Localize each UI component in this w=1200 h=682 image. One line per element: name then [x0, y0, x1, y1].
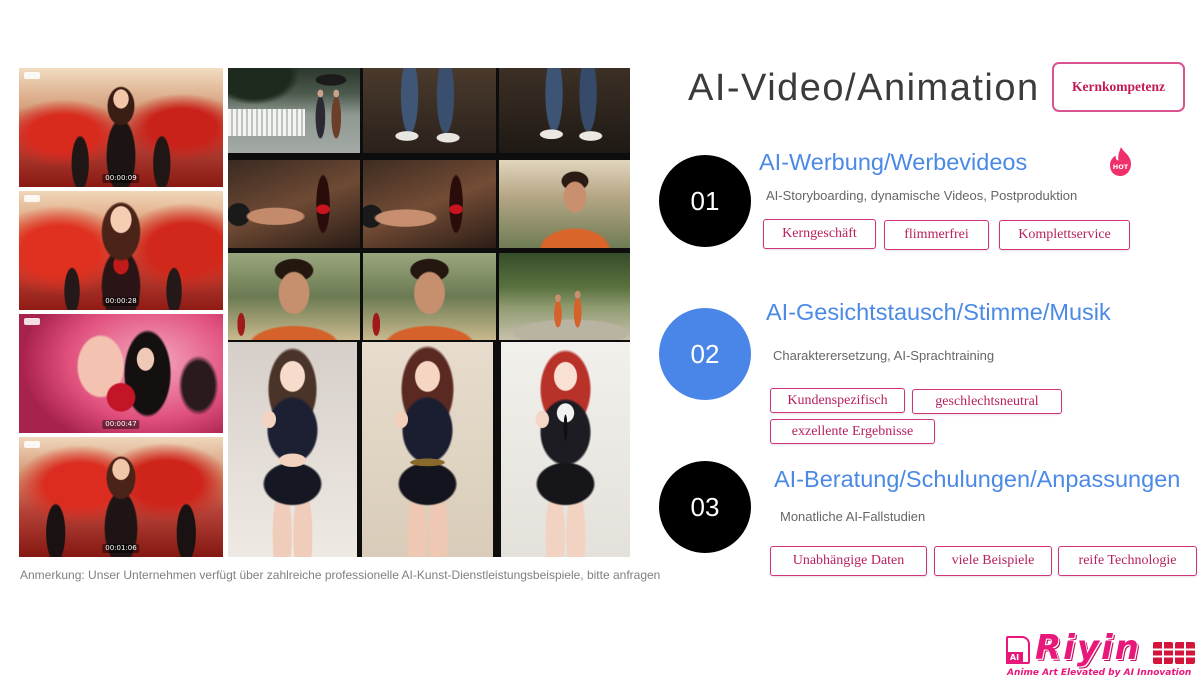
section-subtitle: AI-Storyboarding, dynamische Videos, Pos… [766, 188, 1078, 203]
frame-timestamp: 00:00:28 [102, 297, 140, 306]
slide: 00:00:09 00:00:28 00:00:47 00:01:06 AI-V… [0, 0, 1200, 682]
page-title: AI-Video/Animation [688, 67, 1040, 109]
video-frame [228, 68, 360, 153]
section-number-badge: 02 [659, 308, 751, 400]
section-number-badge: 03 [659, 461, 751, 553]
cjk-logo-mark [1153, 642, 1195, 664]
frame-timestamp: 00:00:47 [102, 420, 140, 429]
channel-logo [24, 318, 40, 325]
flame-shape [1110, 147, 1131, 176]
cjk-glyph-block [1153, 642, 1173, 664]
video-frame [499, 160, 630, 248]
anime-character-image [501, 342, 630, 557]
anime-character-image [362, 342, 493, 557]
logo-tagline: Anime Art Elevated by AI Innovation [1007, 668, 1192, 678]
fire-icon: HOT [1110, 147, 1131, 176]
video-frame [363, 68, 496, 153]
feature-tag: viele Beispiele [934, 546, 1052, 576]
frame-timestamp: 00:01:06 [102, 544, 140, 553]
cjk-glyph-block [1175, 642, 1195, 664]
ai-document-icon: AI [1006, 636, 1030, 664]
video-frame: 00:01:06 [19, 437, 223, 557]
footnote: Anmerkung: Unser Unternehmen verfügt übe… [20, 568, 661, 582]
section-title: AI-Gesichtstausch/Stimme/Musik [766, 299, 1111, 325]
fence [228, 108, 305, 136]
video-frame: 00:00:09 [19, 68, 223, 187]
brand-logo: AI Riyin Anime Art Elevated by AI Innova… [1005, 628, 1195, 680]
section-title: AI-Beratung/Schulungen/Anpassungen [774, 466, 1181, 492]
logo-wordmark: Riyin [1035, 628, 1141, 668]
video-frame: 00:00:47 [19, 314, 223, 433]
channel-logo [24, 441, 40, 448]
channel-logo [24, 72, 40, 79]
feature-tag: reife Technologie [1058, 546, 1197, 576]
feature-tag: Unabhängige Daten [770, 546, 927, 576]
feature-tag: Kerngeschäft [763, 219, 876, 249]
storyboard-grid [228, 68, 630, 557]
section-subtitle: Charakterersetzung, AI-Sprachtraining [773, 348, 995, 363]
feature-tag: geschlechtsneutral [912, 389, 1062, 414]
core-competence-badge: Kernkompetenz [1052, 62, 1185, 112]
section-number-badge: 01 [659, 155, 751, 247]
logo-icon-label: AI [1006, 652, 1023, 664]
hot-label: HOT [1113, 163, 1129, 171]
section-title: AI-Werbung/Werbevideos [759, 149, 1028, 175]
feature-tag: exzellente Ergebnisse [770, 419, 935, 444]
video-frame [499, 253, 630, 340]
section-subtitle: Monatliche AI-Fallstudien [780, 509, 926, 524]
video-frame [363, 253, 496, 340]
video-frame [499, 68, 630, 153]
video-frame: 00:00:28 [19, 191, 223, 310]
feature-tag: flimmerfrei [884, 220, 989, 250]
gallery: 00:00:09 00:00:28 00:00:47 00:01:06 [19, 68, 630, 557]
video-frame [363, 160, 496, 248]
video-frame [228, 253, 360, 340]
feature-tag: Komplettservice [999, 220, 1130, 250]
feature-tag: Kundenspezifisch [770, 388, 905, 413]
anime-character-image [228, 342, 357, 557]
frame-timestamp: 00:00:09 [102, 174, 140, 183]
video-frame [228, 160, 360, 248]
channel-logo [24, 195, 40, 202]
